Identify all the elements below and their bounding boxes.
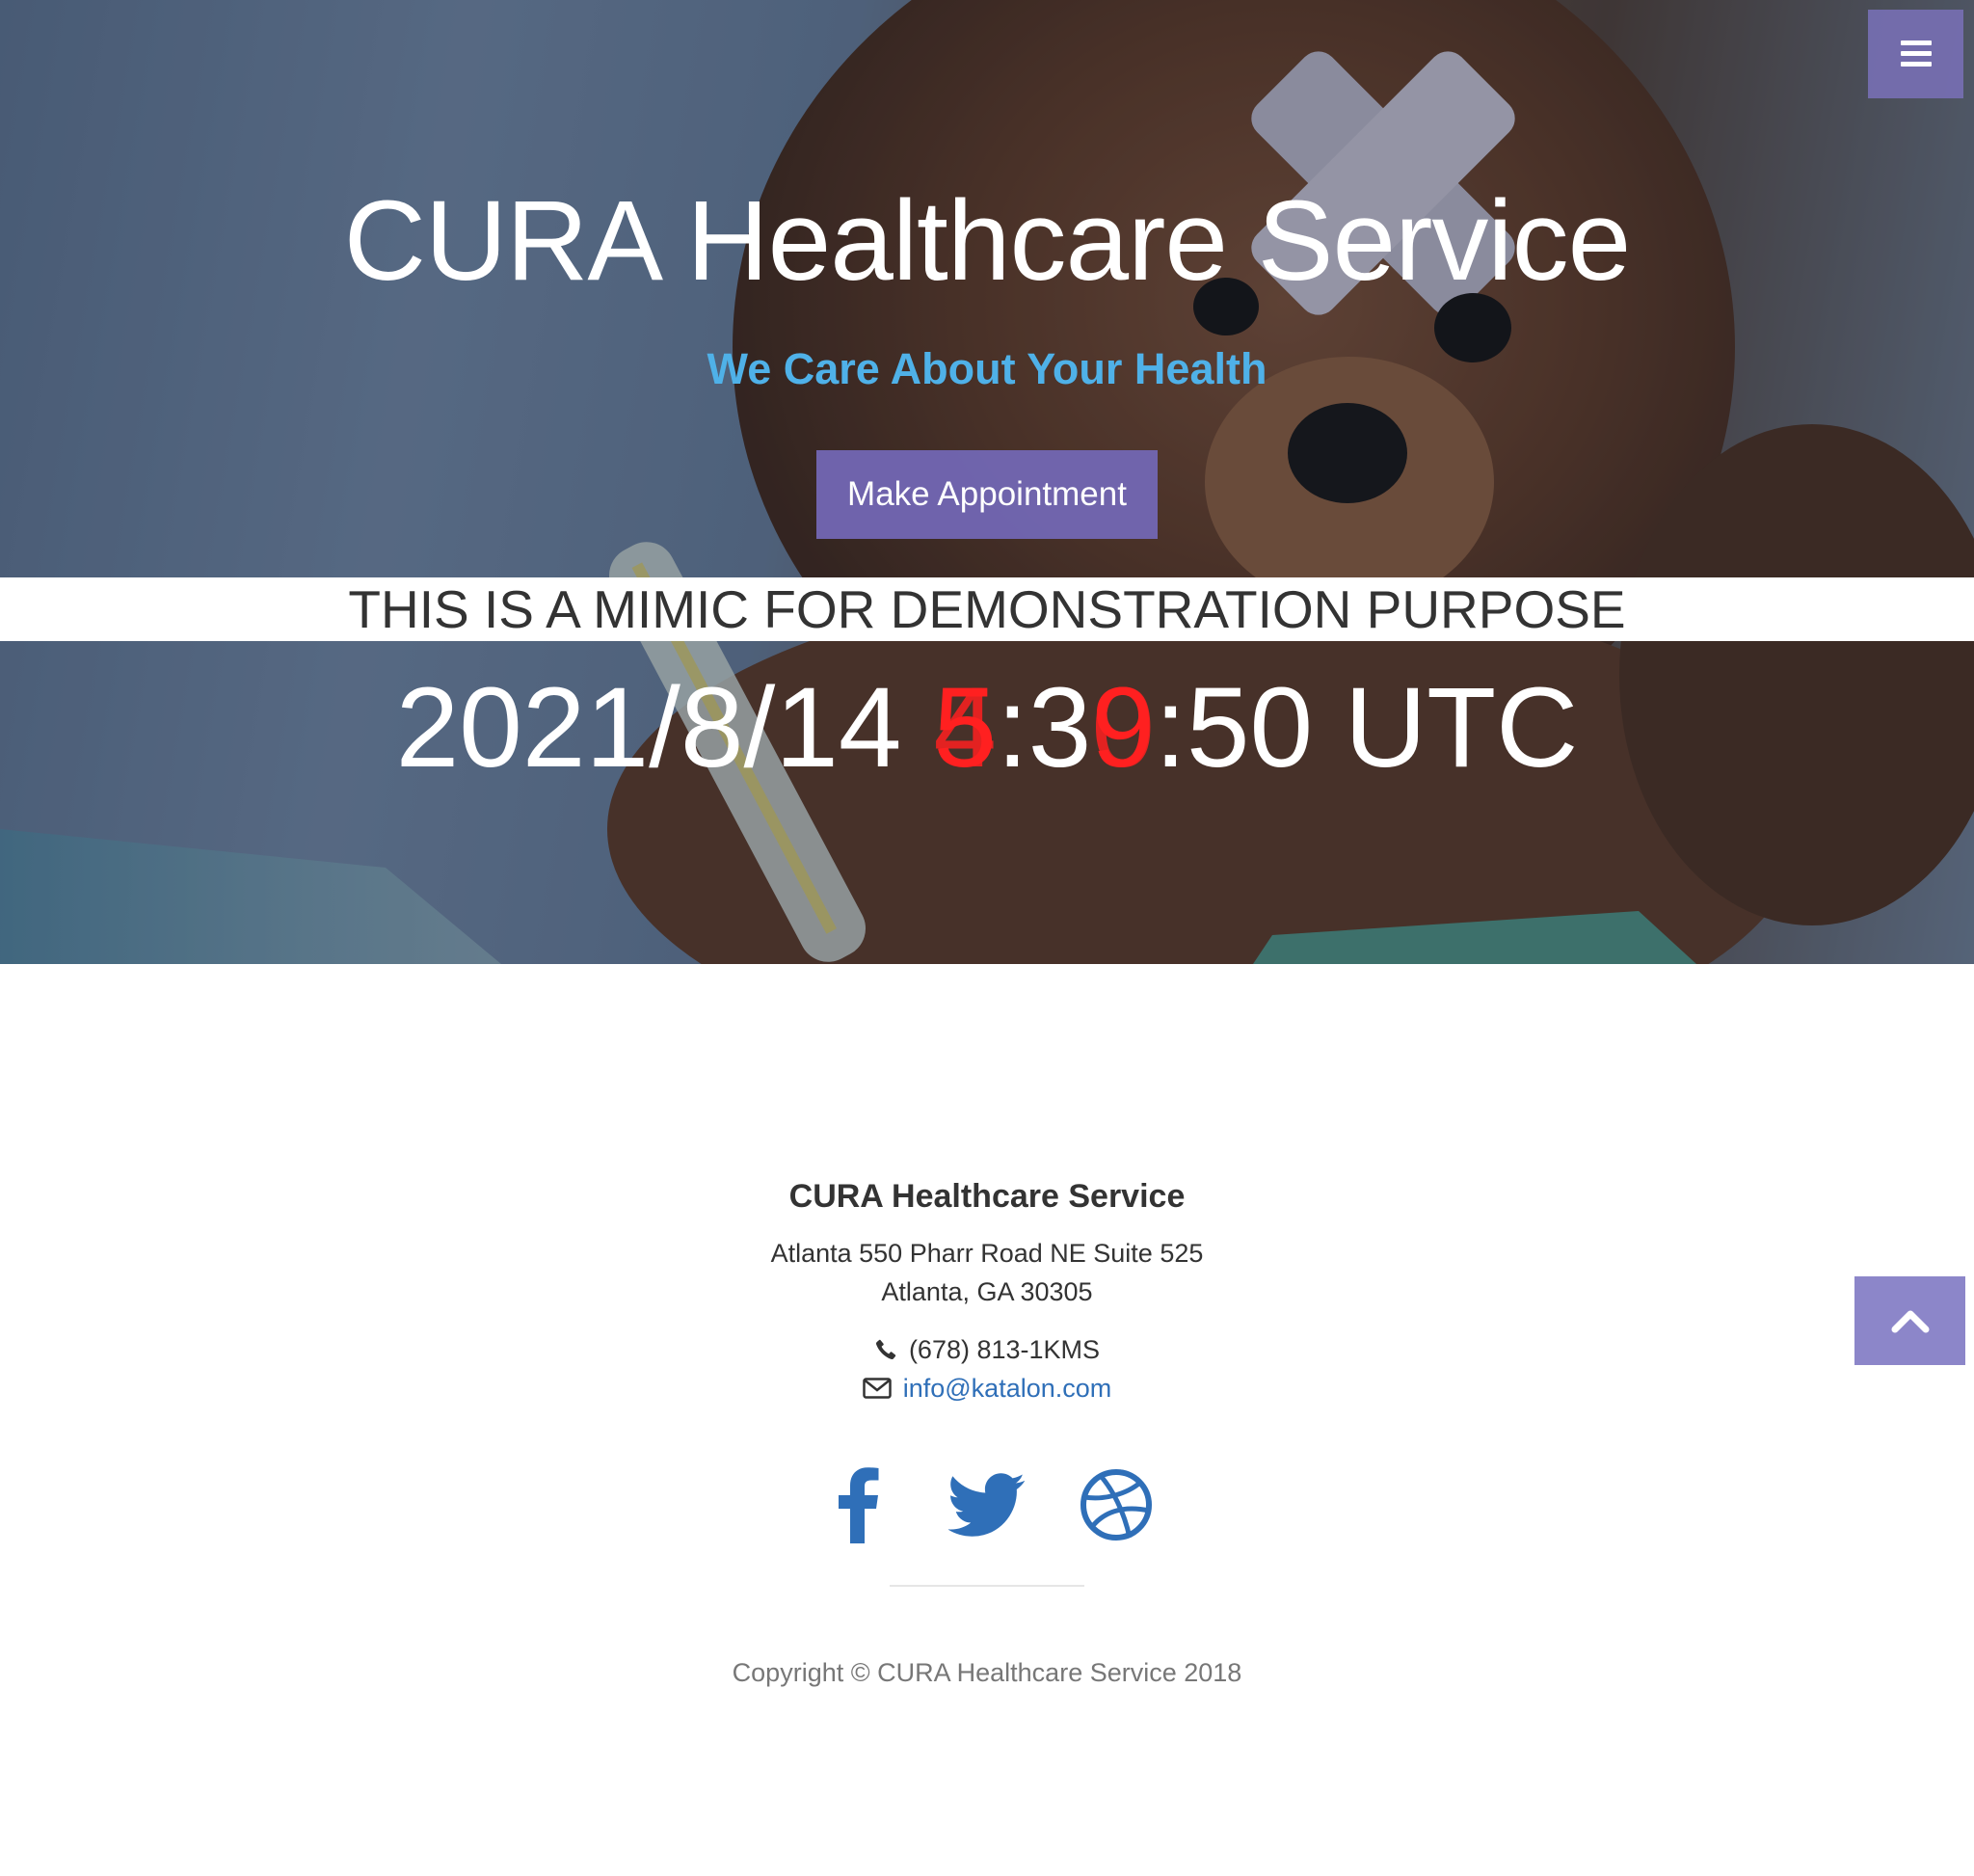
hero-section: CURA Healthcare Service We Care About Yo…: [0, 0, 1974, 964]
clock-hour-glitch: 54: [933, 665, 997, 791]
chevron-up-icon: [1891, 1310, 1929, 1333]
make-appointment-button[interactable]: Make Appointment: [816, 450, 1158, 539]
facebook-icon: [839, 1467, 879, 1543]
email-link[interactable]: info@katalon.com: [903, 1369, 1112, 1407]
address-line-2: Atlanta, GA 30305: [881, 1277, 1093, 1306]
clock-date: 2021/8/14: [395, 664, 934, 791]
twitter-link[interactable]: [946, 1463, 1028, 1546]
phone-icon: [875, 1339, 896, 1359]
clock-minute-prefix: 3: [1027, 664, 1092, 791]
dribbble-icon: [1080, 1469, 1152, 1541]
footer-divider: [890, 1585, 1084, 1587]
demo-banner: THIS IS A MIMIC FOR DEMONSTRATION PURPOS…: [0, 577, 1974, 641]
page-footer: CURA Healthcare Service Atlanta 550 Phar…: [0, 964, 1974, 1876]
clock-minute-glitch: 90: [1091, 665, 1155, 791]
clock-hour-digit-b: 4: [933, 664, 997, 791]
utc-clock: 2021/8/14 5 4:3 9 0:50 UTC: [0, 665, 1974, 791]
footer-email: info@katalon.com: [0, 1369, 1974, 1407]
hero-title: CURA Healthcare Service: [343, 177, 1632, 305]
menu-toggle-button[interactable]: [1868, 10, 1963, 98]
hamburger-icon: [1900, 40, 1932, 67]
twitter-icon: [948, 1473, 1025, 1537]
envelope-icon: [862, 1378, 892, 1399]
scroll-to-top-button[interactable]: [1854, 1276, 1965, 1365]
social-links: [0, 1463, 1974, 1546]
clock-separator: :: [996, 664, 1028, 791]
hero-subtitle: We Care About Your Health: [707, 344, 1267, 393]
footer-phone: (678) 813-1KMS: [0, 1330, 1974, 1369]
clock-rest: :50 UTC: [1155, 664, 1579, 791]
phone-number: (678) 813-1KMS: [908, 1335, 1101, 1364]
footer-address: Atlanta 550 Pharr Road NE Suite 525 Atla…: [0, 1234, 1974, 1311]
address-line-1: Atlanta 550 Pharr Road NE Suite 525: [770, 1239, 1204, 1268]
clock-minute-digit-b: 0: [1091, 664, 1156, 791]
facebook-link[interactable]: [816, 1463, 899, 1546]
copyright-text: Copyright © CURA Healthcare Service 2018: [732, 1658, 1242, 1687]
dribbble-link[interactable]: [1075, 1463, 1158, 1546]
footer-title: CURA Healthcare Service: [788, 1178, 1186, 1215]
